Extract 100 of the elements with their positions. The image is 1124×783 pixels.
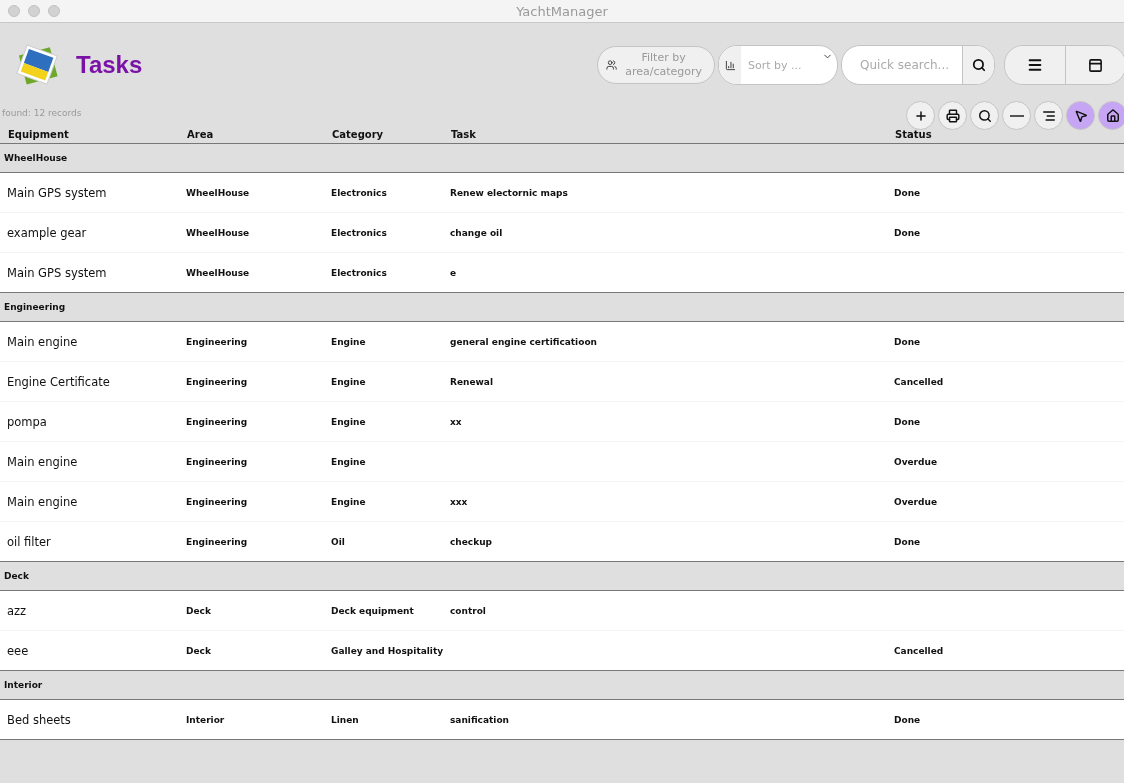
window-title: YachtManager — [516, 3, 608, 19]
table-cell-text: Oil — [331, 536, 346, 547]
printer-icon — [945, 108, 960, 123]
table-cell-text: general engine certificatioon — [450, 336, 598, 347]
search-button[interactable] — [962, 46, 994, 84]
table-cell-text: example gear — [7, 225, 88, 240]
search-icon — [977, 108, 992, 123]
pointer-button[interactable] — [1066, 101, 1095, 130]
home-button[interactable] — [1098, 101, 1124, 130]
remove-button[interactable] — [1002, 101, 1031, 130]
table-cell-text: Done — [894, 714, 922, 725]
table-cell-text: Done — [894, 227, 922, 238]
sort-input[interactable]: Sort by ... — [746, 57, 820, 73]
table-cell-text: WheelHouse — [186, 267, 251, 278]
table-cell-text: Engine — [331, 336, 367, 347]
table-cell-text: eee — [7, 643, 30, 658]
table-cell-text: Main engine — [7, 494, 79, 509]
table-row[interactable]: Engine Certificate Engineering Engine Renewal Cancelled — [0, 362, 1124, 402]
table-cell-text: oil filter — [7, 534, 52, 549]
table-cell-text: Electronics — [331, 187, 388, 198]
plus-icon — [913, 108, 928, 123]
column-header[interactable]: Area — [187, 129, 332, 143]
align-button[interactable] — [1034, 101, 1063, 130]
table-cell-text: Engineering — [186, 456, 249, 467]
column-header[interactable]: Status — [895, 129, 1124, 143]
search-icon — [971, 58, 986, 72]
table-view-button[interactable] — [1065, 46, 1124, 84]
table-cell-text: xxx — [450, 496, 469, 507]
search-button[interactable] — [970, 101, 999, 130]
list-view-button[interactable] — [1005, 46, 1065, 84]
table-row[interactable]: Bed sheets Interior Linen sanification Done — [0, 700, 1124, 740]
table-cell-text: Linen — [331, 714, 360, 725]
table-cell-text: Main engine — [7, 334, 79, 349]
record-count: found: 12 records — [2, 108, 82, 118]
table-row[interactable]: Main engine Engineering Engine xxx Overdue — [0, 482, 1124, 522]
table-cell-text: Interior — [186, 714, 226, 725]
bars-icon — [724, 59, 736, 71]
column-header[interactable]: Task — [451, 129, 895, 143]
table-cell-text: WheelHouse — [186, 187, 251, 198]
print-button[interactable] — [938, 101, 967, 130]
table-cell-text: Cancelled — [894, 376, 945, 387]
table-cell-text: Engine Certificate — [7, 374, 111, 389]
table-cell-text: Done — [894, 416, 922, 427]
add-button[interactable] — [906, 101, 935, 130]
table-cell-text: Overdue — [894, 456, 938, 467]
table-row[interactable]: example gear WheelHouse Electronics change oil Done — [0, 213, 1124, 253]
column-header[interactable]: Equipment — [8, 129, 187, 143]
table-cell-text: sanification — [450, 714, 510, 725]
table-row[interactable]: Main GPS system WheelHouse Electronics Renew electornic maps Done — [0, 173, 1124, 213]
table-cell-text: Cancelled — [894, 645, 945, 656]
table-row[interactable]: Main engine Engineering Engine Overdue — [0, 442, 1124, 482]
table-cell-text: checkup — [450, 536, 494, 547]
table-cell-text: Engine — [331, 496, 367, 507]
table-cell-text: control — [450, 605, 487, 616]
search-field[interactable]: Quick search... — [841, 45, 995, 85]
table-cell-text: Engineering — [186, 536, 249, 547]
table-cell-text: Done — [894, 187, 922, 198]
table-cell-text: WheelHouse — [186, 227, 251, 238]
table-cell-text: Engineering — [186, 496, 249, 507]
table-cell-text: Engine — [331, 456, 367, 467]
minus-icon — [1009, 114, 1024, 117]
panel-icon — [1088, 57, 1103, 73]
page-title: Tasks — [76, 51, 143, 79]
table-cell-text: Renewal — [450, 376, 495, 387]
table-cell-text: Deck — [186, 605, 212, 616]
table-cell-text: Deck — [186, 645, 212, 656]
people-icon — [606, 58, 618, 72]
table-cell-text: Main engine — [7, 454, 79, 469]
view-toggle[interactable] — [1004, 45, 1124, 85]
table-row[interactable]: azz Deck Deck equipment control — [0, 591, 1124, 631]
table-cell-text: change oil — [450, 227, 504, 238]
table-cell-text: Done — [894, 536, 922, 547]
table-row[interactable]: pompa Engineering Engine xx Done — [0, 402, 1124, 442]
table-cell-text: e — [450, 267, 458, 278]
search-input[interactable]: Quick search... — [858, 57, 962, 73]
table-row[interactable]: oil filter Engineering Oil checkup Done — [0, 522, 1124, 562]
table-cell-text: Electronics — [331, 227, 388, 238]
column-header[interactable]: Category — [332, 129, 451, 143]
table-row[interactable]: Main engine Engineering Engine general engine certificatioon Done — [0, 322, 1124, 362]
table-cell-text: azz — [7, 603, 28, 618]
align-right-icon — [1041, 108, 1056, 123]
table-cell-text: Engine — [331, 416, 367, 427]
table-cell-text: Electronics — [331, 267, 388, 278]
table-cell-text: Engineering — [186, 336, 249, 347]
menu-icon — [1027, 57, 1043, 73]
table-cell-text: Engineering — [186, 376, 249, 387]
table-cell-text: Overdue — [894, 496, 938, 507]
table-cell-text: Engineering — [186, 416, 249, 427]
table-cell-text: pompa — [7, 414, 48, 429]
table-cell-text: Deck equipment — [331, 605, 415, 616]
table-row[interactable]: Main GPS system WheelHouse Electronics e — [0, 253, 1124, 293]
pointer-icon — [1073, 108, 1088, 123]
table-row[interactable]: eee Deck Galley and Hospitality Cancelled — [0, 631, 1124, 671]
home-icon — [1105, 108, 1120, 123]
table-cell-text: Bed sheets — [7, 712, 72, 727]
sort-dropdown[interactable]: Sort by ... — [718, 45, 838, 85]
table-cell-text: Main GPS system — [7, 265, 108, 280]
table-cell-text: Galley and Hospitality — [331, 645, 445, 656]
table-cell-text: Main GPS system — [7, 185, 108, 200]
table-cell-text: xx — [450, 416, 463, 427]
